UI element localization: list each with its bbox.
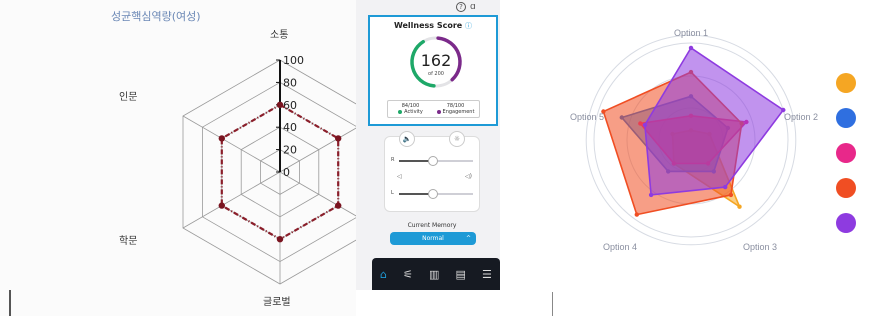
menu-icon[interactable]: ☰	[482, 268, 492, 281]
left-series-point	[276, 236, 284, 243]
right-volume-slider[interactable]	[399, 156, 473, 166]
score-value: 162	[420, 51, 452, 70]
right-radar-panel: Option 1 Option 2 Option 3 Option 4 Opti…	[556, 0, 884, 290]
left-grid-spoke	[279, 171, 356, 217]
current-memory-label: Current Memory	[407, 222, 457, 229]
left-grid-ring	[182, 59, 356, 285]
right-series-5-point	[688, 45, 694, 51]
bottom-navigation: ⌂ ⚟ ▥ ▤ ☰	[372, 258, 500, 290]
left-radar-grid	[182, 59, 356, 285]
left-tick-label: 20	[283, 144, 297, 157]
score-max-label: of 200	[428, 71, 444, 77]
left-grid-spoke	[182, 115, 281, 173]
info-icon[interactable]: ⓘ	[465, 22, 472, 30]
volume-button[interactable]: 🔈	[399, 131, 415, 147]
device-icon[interactable]: ▤	[456, 268, 466, 281]
right-series-5-point	[642, 122, 648, 128]
chart-icon[interactable]: ▥	[429, 268, 439, 281]
option-5-label: Option 5	[570, 112, 605, 122]
activity-stat: 84/100 Activity	[388, 103, 433, 115]
engagement-stat: 78/100 Engagement	[433, 103, 478, 115]
brightness-button[interactable]: ☼	[449, 131, 465, 147]
activity-label: Activity	[404, 109, 423, 115]
axis-label-communication: 소통	[270, 30, 289, 41]
panel-divider	[552, 292, 553, 316]
right-series-5-area	[644, 46, 785, 196]
score-breakdown: 84/100 Activity 78/100 Engagement	[387, 100, 480, 118]
engagement-dot-icon	[436, 109, 441, 114]
axis-label-academic: 학문	[119, 236, 138, 247]
wellness-score-title: Wellness Score	[393, 21, 463, 30]
left-tick-label: 0	[283, 166, 290, 179]
engagement-label: Engagement	[442, 109, 475, 115]
right-series-5-point	[648, 192, 654, 198]
wellness-score-card[interactable]: Wellness Score ⓘ 162 of 200 84/100 Activ…	[368, 15, 498, 126]
axis-label-humanities: 인문	[119, 92, 138, 103]
option-1-label: Option 1	[674, 28, 709, 38]
left-series-point	[276, 101, 284, 109]
hearing-aid-icon[interactable]: ɑ	[470, 2, 476, 12]
left-chart-title: 성균핵심역량(여성)	[111, 10, 201, 23]
option-3-label: Option 3	[743, 242, 778, 252]
help-icon[interactable]: ?	[456, 2, 466, 12]
chevron-up-icon: ^	[465, 235, 471, 242]
left-series-point	[335, 135, 342, 142]
legend-dot-5[interactable]	[836, 213, 856, 233]
left-volume-slider[interactable]	[399, 189, 473, 199]
option-4-label: Option 4	[603, 242, 638, 252]
axis-label-global: 글로벌	[263, 297, 291, 308]
wellness-score-header: Wellness Score ⓘ	[370, 21, 496, 31]
memory-dropdown[interactable]: Normal ^	[390, 232, 476, 245]
left-tick-label: 100	[283, 54, 304, 67]
left-tick-label: 40	[283, 121, 297, 134]
right-volume-fill	[399, 160, 433, 162]
right-volume-thumb[interactable]	[428, 156, 439, 166]
legend-dot-3[interactable]	[836, 143, 856, 163]
activity-dot-icon	[398, 109, 403, 114]
memory-value: Normal	[422, 235, 444, 242]
left-series-point	[218, 135, 225, 142]
right-series-5-point	[723, 184, 728, 190]
top-icons: ? ɑ	[456, 2, 476, 12]
left-series-point	[335, 202, 342, 209]
volume-low-icon: ◁	[397, 173, 402, 180]
wellness-app-screen: ? ɑ Wellness Score ⓘ 162 of 200 84/100 A…	[356, 0, 500, 290]
right-series-4-point	[634, 212, 639, 217]
left-radar-panel: 100 80 60 40 20 0 성균핵심역량(여성) 소통 인문 학문 글로벌	[0, 0, 356, 316]
left-grid-spoke	[182, 171, 281, 229]
left-volume-thumb[interactable]	[428, 189, 439, 199]
sliders-icon[interactable]: ⚟	[403, 268, 413, 281]
audio-controls-card: 🔈 ☼ R ◁ ◁) L	[384, 131, 480, 212]
right-series-4-point	[728, 192, 734, 198]
legend-dot-1[interactable]	[836, 73, 856, 93]
left-tick-label: 80	[283, 76, 297, 89]
left-channel-label: L	[391, 190, 394, 196]
home-icon[interactable]: ⌂	[380, 268, 387, 281]
left-series-point	[218, 202, 225, 209]
left-radar-chart: 100806040200	[9, 54, 356, 316]
right-radar-series	[601, 45, 786, 217]
option-2-label: Option 2	[784, 112, 819, 122]
left-volume-fill	[399, 193, 433, 195]
volume-high-icon: ◁)	[465, 173, 472, 180]
legend-dot-4[interactable]	[836, 178, 856, 198]
legend-dot-2[interactable]	[836, 108, 856, 128]
right-channel-label: R	[391, 157, 395, 163]
right-series-1-point	[737, 204, 742, 209]
